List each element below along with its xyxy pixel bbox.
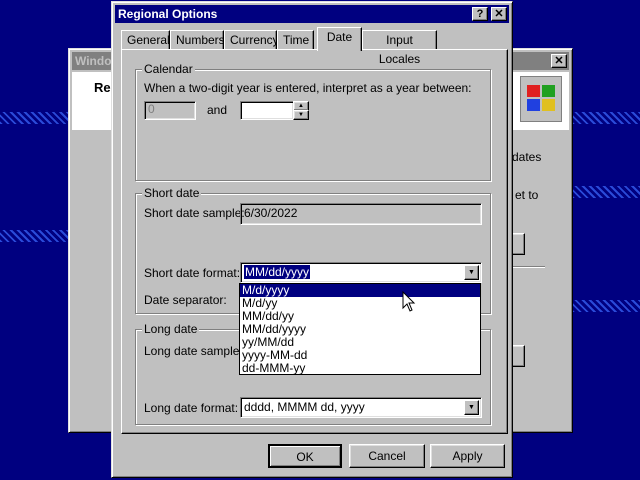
- calendar-group: Calendar When a two-digit year is entere…: [135, 62, 491, 181]
- year-from-field: 0: [144, 101, 196, 120]
- background-close-icon[interactable]: ✕: [551, 54, 567, 68]
- desktop-pattern-right-2: [572, 186, 640, 198]
- background-divider: [509, 266, 545, 267]
- short-date-sample-field: 6/30/2022: [240, 203, 482, 225]
- mouse-cursor-icon: [402, 291, 416, 312]
- short-date-format-label: Short date format:: [144, 266, 241, 280]
- year-to-field[interactable]: [240, 101, 294, 120]
- long-date-group-title: Long date: [142, 322, 200, 336]
- background-text-dates: dates: [512, 150, 542, 164]
- long-date-format-value: dddd, MMMM dd, yyyy: [244, 400, 365, 414]
- short-date-format-dropdown[interactable]: MM/dd/yyyy ▼: [240, 262, 482, 283]
- short-date-format-value: MM/dd/yyyy: [244, 265, 311, 279]
- desktop-pattern-right-3: [572, 300, 640, 312]
- short-date-sample-label: Short date sample:: [144, 206, 245, 220]
- windows-logo-icon: [520, 76, 562, 122]
- tab-numbers[interactable]: Numbers: [170, 30, 225, 49]
- chevron-down-icon[interactable]: ▼: [464, 400, 479, 415]
- close-icon[interactable]: ✕: [491, 7, 507, 21]
- help-icon[interactable]: ?: [472, 7, 488, 21]
- desktop-pattern-left-2: [0, 230, 70, 242]
- background-text-set-to: et to: [515, 188, 539, 202]
- tab-currency[interactable]: Currency: [224, 30, 279, 49]
- long-date-format-dropdown[interactable]: dddd, MMMM dd, yyyy ▼: [240, 397, 482, 418]
- and-label: and: [207, 103, 228, 117]
- chevron-down-icon[interactable]: ▼: [464, 265, 479, 280]
- tab-general[interactable]: General: [121, 30, 170, 49]
- ok-button[interactable]: OK: [268, 444, 342, 468]
- desktop-pattern-right: [572, 112, 640, 124]
- dialog-title: Regional Options: [118, 7, 218, 21]
- long-date-sample-label: Long date sample:: [144, 344, 243, 358]
- calendar-description: When a two-digit year is entered, interp…: [144, 81, 472, 95]
- list-item[interactable]: dd-MMM-yy: [240, 362, 480, 375]
- long-date-format-label: Long date format:: [144, 401, 239, 415]
- short-date-format-list[interactable]: M/d/yyyy M/d/yy MM/dd/yy MM/dd/yyyy yy/M…: [239, 283, 481, 375]
- tab-input-locales[interactable]: Input Locales: [362, 30, 437, 66]
- year-spinner[interactable]: ▲ ▼: [293, 101, 309, 120]
- short-date-group-title: Short date: [142, 186, 202, 200]
- spin-down-icon[interactable]: ▼: [293, 110, 309, 120]
- background-window-heading: Re: [94, 80, 111, 95]
- tab-time[interactable]: Time: [277, 30, 314, 49]
- tab-date[interactable]: Date: [317, 27, 362, 51]
- dialog-titlebar[interactable]: Regional Options ? ✕: [115, 5, 509, 23]
- date-separator-label: Date separator:: [144, 293, 227, 307]
- apply-button[interactable]: Apply: [430, 444, 505, 468]
- cancel-button[interactable]: Cancel: [349, 444, 425, 468]
- calendar-group-title: Calendar: [142, 62, 195, 76]
- date-tab-panel: Calendar When a two-digit year is entere…: [121, 49, 508, 434]
